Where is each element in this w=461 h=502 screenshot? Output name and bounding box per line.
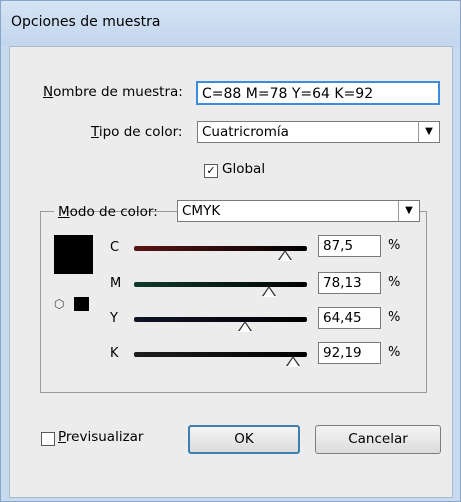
swatch-name-label: Nombre de muestra: [43, 84, 183, 100]
cancel-button[interactable]: Cancelar [315, 425, 441, 454]
black-percent-label: % [388, 345, 401, 360]
swatch-options-dialog: Opciones de muestra Nombre de muestra: C… [0, 0, 461, 502]
chevron-down-icon[interactable]: ▼ [418, 122, 439, 142]
yellow-slider-track[interactable] [134, 317, 307, 322]
color-mode-value: CMYK [182, 203, 221, 219]
dialog-title: Opciones de muestra [11, 14, 161, 30]
color-type-select[interactable]: Cuatricromía ▼ [197, 121, 440, 143]
channel-k-label: K [110, 346, 119, 361]
dialog-body: Nombre de muestra: C=88 M=78 Y=64 K=92 T… [9, 46, 453, 498]
cyan-slider-thumb-fill [279, 251, 292, 261]
magenta-value-field[interactable]: 78,13 [318, 272, 381, 294]
color-mode-legend: Modo de color: [54, 201, 158, 223]
preview-checkbox[interactable] [41, 432, 55, 446]
swatch-name-input[interactable]: C=88 M=78 Y=64 K=92 [196, 81, 440, 105]
color-mode-label: Modo de color: [58, 204, 158, 220]
out-of-gamut-cube-icon: ⬡ [54, 297, 65, 311]
color-type-value: Cuatricromía [202, 124, 289, 140]
channel-m-label: M [110, 276, 122, 291]
cyan-percent-label: % [388, 238, 401, 253]
black-slider-track[interactable] [134, 352, 307, 357]
color-preview-swatch [54, 235, 93, 274]
channel-y-label: Y [110, 311, 118, 326]
gamut-color-swatch [74, 297, 89, 311]
preview-label: Previsualizar [58, 429, 144, 445]
channel-c-label: C [110, 240, 120, 255]
color-type-label: Tipo de color: [91, 124, 183, 140]
global-checkbox[interactable]: ✓ [204, 164, 218, 178]
chevron-down-icon[interactable]: ▼ [398, 201, 419, 221]
yellow-slider-thumb-fill [239, 322, 252, 332]
magenta-slider-track[interactable] [134, 282, 307, 287]
yellow-value-field[interactable]: 64,45 [318, 307, 381, 329]
black-value-field[interactable]: 92,19 [318, 342, 381, 364]
title-bar[interactable]: Opciones de muestra [1, 1, 460, 45]
magenta-percent-label: % [388, 275, 401, 290]
global-label: Global [222, 161, 266, 177]
black-slider-thumb-fill [287, 357, 300, 367]
yellow-percent-label: % [388, 310, 401, 325]
cyan-value-field[interactable]: 87,5 [318, 235, 381, 257]
magenta-slider-thumb-fill [263, 287, 276, 297]
ok-button[interactable]: OK [188, 425, 300, 454]
color-mode-select[interactable]: CMYK ▼ [177, 200, 420, 222]
